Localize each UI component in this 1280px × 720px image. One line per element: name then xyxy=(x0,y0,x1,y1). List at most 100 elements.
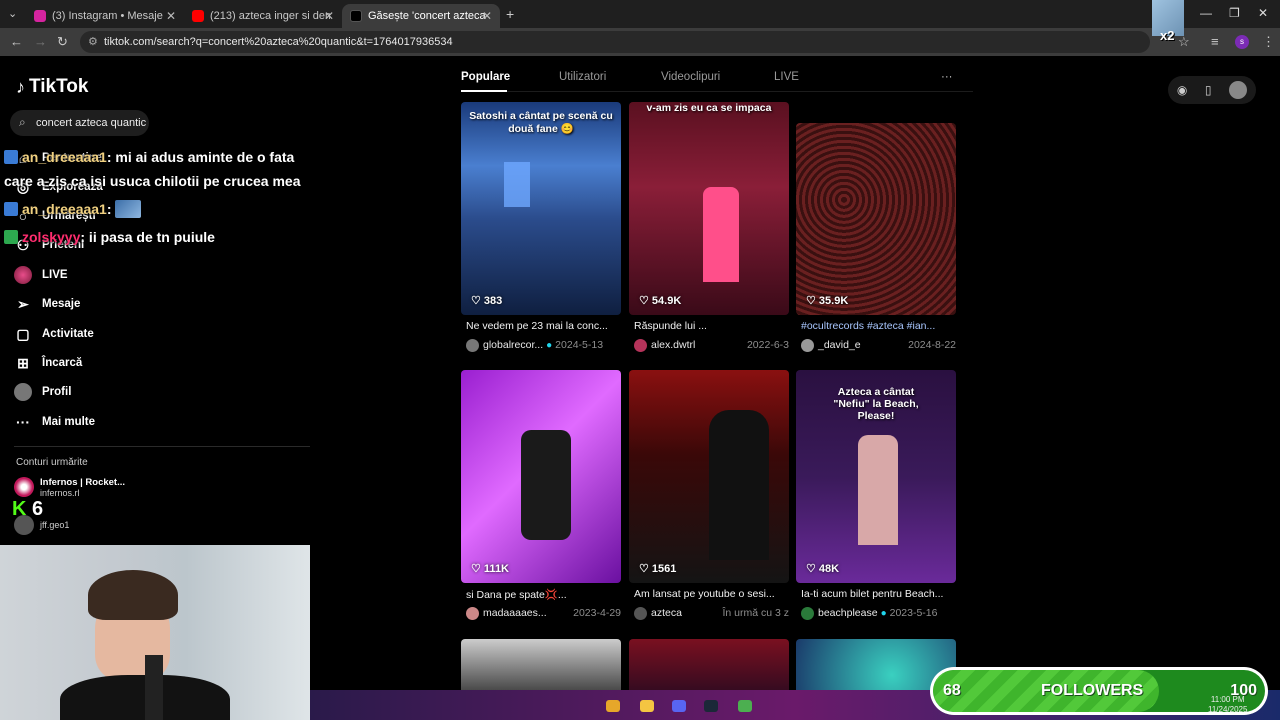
streamer-hair xyxy=(88,570,178,620)
video-caption[interactable]: #ocultrecords #azteca #ian... xyxy=(801,320,953,332)
video-overlay-text: v-am zis eu ca se impaca xyxy=(646,102,772,114)
more-options-icon[interactable]: ··· xyxy=(941,71,953,83)
url-text: tiktok.com/search?q=concert%20azteca%20q… xyxy=(104,36,453,48)
video-thumbnail[interactable]: Azteca a cântat "Nefiu" la Beach, Please… xyxy=(796,370,956,583)
tiktok-note-icon: ♪ xyxy=(16,76,25,97)
video-thumbnail[interactable] xyxy=(796,123,956,315)
video-author[interactable]: madaaaaes... xyxy=(483,607,547,619)
tab-live[interactable]: LIVE xyxy=(774,71,799,83)
coins-icon[interactable]: ◉ xyxy=(1177,83,1187,97)
tab-search-icon[interactable]: ⌄ xyxy=(8,7,17,20)
sidebar-item-activity[interactable]: ▢ Activitate xyxy=(14,323,93,345)
subscriber-badge-icon xyxy=(4,202,18,216)
video-caption[interactable]: Ia-ti acum bilet pentru Beach... xyxy=(801,588,953,600)
search-tabs: Populare Utilizatori Videoclipuri LIVE ·… xyxy=(461,62,973,92)
file-explorer-icon[interactable] xyxy=(640,700,654,712)
video-author[interactable]: beachplease xyxy=(818,607,878,619)
forward-icon[interactable]: → xyxy=(34,34,47,49)
browser-tab-youtube[interactable]: (213) azteca inger si demon aft ✕ xyxy=(184,4,342,28)
video-date: 2024-8-22 xyxy=(908,339,956,351)
tiktok-logo[interactable]: ♪ TikTok xyxy=(16,76,88,98)
video-thumbnail[interactable]: Satoshi a cântat pe scenă cu două fane 😊 xyxy=(461,102,621,315)
profile-icon xyxy=(14,383,32,401)
active-tab-indicator xyxy=(461,90,507,92)
like-count: ♡ 383 xyxy=(471,295,503,307)
video-date: 2024-5-13 xyxy=(555,339,604,351)
nav-label: Mai multe xyxy=(42,416,96,428)
chrome-icon[interactable] xyxy=(606,700,620,712)
video-meta: _david_e 2024-8-22 xyxy=(801,338,956,352)
chat-username: zolskyyy xyxy=(22,229,81,245)
profile-avatar-icon[interactable]: s xyxy=(1235,35,1249,49)
media-icon[interactable]: ≡ xyxy=(1211,34,1219,49)
performer-figure xyxy=(858,435,898,545)
live-icon xyxy=(14,266,32,284)
followers-current: 68 xyxy=(943,682,961,699)
chat-text: : mi ai adus aminte de o fata xyxy=(106,149,295,165)
maximize-icon[interactable]: ❐ xyxy=(1229,6,1240,20)
tab-users[interactable]: Utilizatori xyxy=(559,71,606,83)
reload-icon[interactable]: ↻ xyxy=(57,34,68,50)
video-caption[interactable]: Am lansat pe youtube o sesi... xyxy=(634,588,786,600)
video-overlay-text: Azteca a cântat "Nefiu" la Beach, Please… xyxy=(833,386,919,422)
system-clock[interactable]: 11:00 PM 11/24/2025 xyxy=(1208,695,1247,715)
chat-username: an_dreeaaa1 xyxy=(22,149,107,165)
video-thumbnail[interactable]: v-am zis eu ca se impaca xyxy=(629,102,789,315)
url-field[interactable]: ⚙ tiktok.com/search?q=concert%20azteca%2… xyxy=(80,31,1150,53)
video-date: 2023-5-16 xyxy=(889,607,938,619)
tab-title: Găsește 'concert azteca quantic xyxy=(368,10,488,22)
browser-tab-instagram[interactable]: (3) Instagram • Mesaje ✕ xyxy=(26,4,184,28)
sidebar-item-profile[interactable]: Profil xyxy=(14,381,71,403)
video-thumbnail[interactable] xyxy=(461,370,621,583)
chat-message: an_dreeaaa1: mi ai adus aminte de o fata xyxy=(4,146,294,169)
close-tab-icon[interactable]: ✕ xyxy=(166,9,176,23)
device-icon[interactable]: ▯ xyxy=(1205,83,1212,97)
emote-icon xyxy=(115,200,142,218)
search-input[interactable]: ⌕ concert azteca quantic xyxy=(10,110,149,136)
browser-tab-tiktok[interactable]: Găsește 'concert azteca quantic ✕ xyxy=(342,4,500,28)
video-meta: alex.dwtrl 2022-6-3 xyxy=(634,338,789,352)
discord-icon[interactable] xyxy=(672,700,686,712)
tab-popular[interactable]: Populare xyxy=(461,71,510,83)
more-icon: ··· xyxy=(16,414,30,430)
video-caption[interactable]: si Dana pe spate💢... xyxy=(466,588,618,601)
back-icon[interactable]: ← xyxy=(10,34,23,49)
video-author[interactable]: globalrecor... xyxy=(483,339,543,351)
verified-icon: ● xyxy=(546,339,553,351)
video-caption[interactable]: Ne vedem pe 23 mai la conc... xyxy=(466,320,618,332)
chat-text: : xyxy=(106,201,112,217)
minimize-icon[interactable]: — xyxy=(1200,6,1212,20)
close-tab-icon[interactable]: ✕ xyxy=(482,9,492,23)
following-account[interactable]: Infernos | Rocket... infernos.rl xyxy=(14,477,125,499)
chrome-icon-2[interactable] xyxy=(738,700,752,712)
followers-label: FOLLOWERS xyxy=(1041,682,1144,699)
activity-icon: ▢ xyxy=(16,325,30,342)
bookmark-star-icon[interactable]: ☆ xyxy=(1178,34,1190,50)
like-count: ♡ 111K xyxy=(471,563,510,575)
sidebar-item-live[interactable]: LIVE xyxy=(14,264,68,286)
video-caption[interactable]: Răspunde lui ... xyxy=(634,320,786,332)
tab-videos[interactable]: Videoclipuri xyxy=(661,71,720,83)
user-avatar[interactable] xyxy=(1229,81,1248,99)
moderator-badge-icon xyxy=(4,230,18,244)
new-tab-icon[interactable]: + xyxy=(506,6,514,22)
video-thumbnail[interactable] xyxy=(629,370,789,583)
close-window-icon[interactable]: ✕ xyxy=(1258,6,1268,20)
steam-icon[interactable] xyxy=(704,700,718,712)
kick-icon: K xyxy=(12,498,27,520)
close-tab-icon[interactable]: ✕ xyxy=(324,9,334,23)
chat-message: an_dreeaaa1: xyxy=(4,198,142,221)
like-value: 35.9K xyxy=(818,295,849,307)
menu-icon[interactable]: ⋮ xyxy=(1262,34,1275,50)
sidebar-item-more[interactable]: ··· Mai multe xyxy=(14,411,95,433)
sidebar-item-messages[interactable]: ➢ Mesaje xyxy=(14,293,80,315)
site-info-icon[interactable]: ⚙ xyxy=(88,35,98,48)
video-author[interactable]: alex.dwtrl xyxy=(651,339,695,351)
subscriber-badge-icon xyxy=(4,150,18,164)
video-author[interactable]: azteca xyxy=(651,607,682,619)
search-icon: ⌕ xyxy=(19,115,26,129)
video-author[interactable]: _david_e xyxy=(818,339,861,351)
like-count: ♡ 48K xyxy=(806,563,840,575)
avatar xyxy=(14,477,34,497)
sidebar-item-upload[interactable]: ⊞ Încarcă xyxy=(14,352,82,374)
